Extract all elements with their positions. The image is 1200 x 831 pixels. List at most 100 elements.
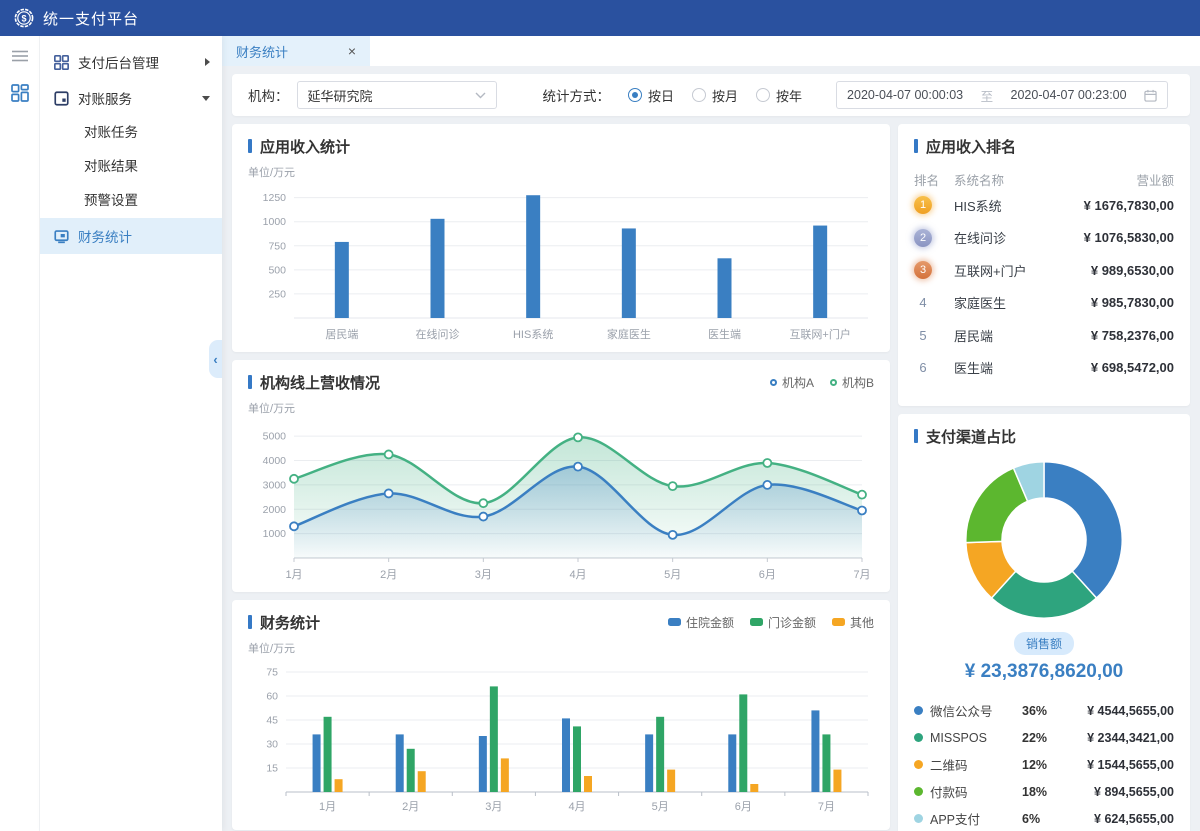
app-revenue-bar-chart[interactable]: 25050075010001250居民端在线问诊HIS系统家庭医生医生端互联网+…: [248, 182, 874, 346]
legend-label: 门诊金额: [768, 614, 816, 631]
sales-badge: 销售额: [1014, 632, 1074, 655]
revenue-amount: ¥ 989,6530,00: [1091, 263, 1174, 278]
channel-percent: 12%: [1022, 758, 1068, 772]
system-name: 互联网+门户: [954, 261, 1091, 280]
channel-amount: ¥ 894,5655,00: [1068, 785, 1174, 799]
tab-bar: 财务统计 ×: [222, 36, 1200, 66]
svg-text:5月: 5月: [664, 569, 681, 581]
caret-right-icon: [205, 58, 210, 66]
radio-icon: [628, 88, 642, 102]
rank-number: 6: [914, 360, 932, 375]
system-name: 在线问诊: [954, 228, 1084, 247]
svg-text:2000: 2000: [263, 504, 287, 516]
svg-text:居民端: 居民端: [325, 328, 358, 341]
rank-badge-silver: 2: [914, 229, 932, 247]
list-item: MISSPOS 22% ¥ 2344,3421,00: [914, 724, 1174, 751]
svg-text:3000: 3000: [263, 479, 287, 491]
radio-label: 按日: [648, 86, 674, 105]
apps-grid-icon[interactable]: [11, 84, 29, 102]
org-revenue-line-chart[interactable]: 100020003000400050001月2月3月4月5月6月7月: [248, 418, 874, 586]
revenue-amount: ¥ 698,5472,00: [1091, 360, 1174, 375]
app-title: 统一支付平台: [43, 8, 139, 29]
sidebar-item-recon-results[interactable]: 对账结果: [40, 150, 222, 184]
date-end-value: 2020-04-07 00:23:00: [1011, 88, 1127, 102]
sidebar-item-reconciliation[interactable]: 对账服务: [40, 80, 222, 116]
chevron-down-icon: [475, 92, 486, 99]
system-name: 居民端: [954, 326, 1091, 345]
sidebar-item-recon-tasks[interactable]: 对账任务: [40, 116, 222, 150]
radio-by-year[interactable]: 按年: [756, 86, 802, 105]
svg-text:1250: 1250: [263, 192, 287, 204]
card-title: 应用收入统计: [260, 136, 350, 157]
channel-name: APP支付: [930, 809, 1022, 828]
system-name: HIS系统: [954, 196, 1084, 215]
rank-number: 5: [914, 328, 932, 343]
legend-other[interactable]: 其他: [832, 614, 874, 631]
finance-grouped-bar-chart[interactable]: 15304560751月2月3月4月5月6月7月: [248, 658, 874, 818]
radio-icon: [692, 88, 706, 102]
list-item: 付款码 18% ¥ 894,5655,00: [914, 778, 1174, 805]
title-marker: [248, 615, 252, 629]
sidebar-item-label: 对账服务: [78, 88, 132, 108]
list-item: APP支付 6% ¥ 624,5655,00: [914, 805, 1174, 831]
tab-finance-stats[interactable]: 财务统计 ×: [222, 36, 370, 66]
legend-rect-icon: [668, 618, 681, 626]
legend-org-a[interactable]: 机构A: [770, 374, 814, 391]
calendar-icon[interactable]: [1144, 89, 1157, 102]
col-name: 系统名称: [954, 170, 1136, 189]
icon-rail: [0, 36, 40, 831]
system-name: 家庭医生: [954, 293, 1091, 312]
caret-down-icon: [202, 96, 210, 101]
tab-label: 财务统计: [236, 42, 288, 61]
channel-percent: 36%: [1022, 704, 1068, 718]
app-header: $ 统一支付平台: [0, 0, 1200, 36]
sidebar-item-payment-admin[interactable]: 支付后台管理: [40, 44, 222, 80]
svg-text:在线问诊: 在线问诊: [416, 327, 460, 341]
close-icon[interactable]: ×: [348, 43, 356, 59]
legend-inpatient[interactable]: 住院金额: [668, 614, 734, 631]
radio-by-month[interactable]: 按月: [692, 86, 738, 105]
legend-rect-icon: [832, 618, 845, 626]
svg-text:250: 250: [268, 288, 286, 300]
svg-text:4000: 4000: [263, 455, 287, 467]
svg-text:3月: 3月: [485, 801, 502, 813]
svg-text:4月: 4月: [568, 801, 585, 813]
table-row: 2 在线问诊 ¥ 1076,5830,00: [914, 222, 1174, 255]
radio-by-day[interactable]: 按日: [628, 86, 674, 105]
channel-legend: 微信公众号 36% ¥ 4544,5655,00 MISSPOS 22% ¥ 2…: [914, 697, 1174, 831]
svg-text:30: 30: [266, 739, 278, 751]
table-row: 4 家庭医生 ¥ 985,7830,00: [914, 287, 1174, 320]
channel-amount: ¥ 1544,5655,00: [1068, 758, 1174, 772]
sidebar-item-alert-settings[interactable]: 预警设置: [40, 184, 222, 218]
table-row: 6 医生端 ¥ 698,5472,00: [914, 352, 1174, 385]
org-label: 机构：: [248, 85, 289, 105]
svg-text:2月: 2月: [380, 569, 397, 581]
date-separator: 至: [981, 86, 994, 105]
date-range-input[interactable]: 2020-04-07 00:00:03 至 2020-04-07 00:23:0…: [836, 81, 1168, 109]
card-title: 财务统计: [260, 612, 320, 633]
svg-text:45: 45: [266, 715, 278, 727]
legend-label: 其他: [850, 614, 874, 631]
unit-label: 单位/万元: [248, 164, 874, 180]
legend-label: 住院金额: [686, 614, 734, 631]
channel-name: 微信公众号: [930, 701, 1022, 720]
hamburger-menu-icon[interactable]: [12, 50, 28, 62]
sidebar-item-finance-stats[interactable]: 财务统计: [40, 218, 222, 254]
ranking-header-row: 排名 系统名称 营业额: [914, 170, 1174, 189]
pay-channel-donut-chart[interactable]: [958, 454, 1130, 626]
filter-bar: 机构： 延华研究院 统计方式： 按日: [232, 74, 1190, 116]
sidebar-collapse-handle[interactable]: ‹: [209, 340, 222, 378]
legend-org-b[interactable]: 机构B: [830, 374, 874, 391]
card-org-revenue: 机构线上营收情况 机构A 机构B: [232, 360, 890, 592]
sidebar-item-label: 支付后台管理: [78, 52, 159, 72]
channel-name: MISSPOS: [930, 731, 1022, 745]
org-select[interactable]: 延华研究院: [297, 81, 497, 109]
channel-amount: ¥ 2344,3421,00: [1068, 731, 1174, 745]
channel-amount: ¥ 624,5655,00: [1068, 812, 1174, 826]
legend-outpatient[interactable]: 门诊金额: [750, 614, 816, 631]
card-title: 机构线上营收情况: [260, 372, 380, 393]
card-title: 支付渠道占比: [926, 426, 1016, 447]
channel-name: 二维码: [930, 755, 1022, 774]
svg-text:1000: 1000: [263, 528, 287, 540]
channel-amount: ¥ 4544,5655,00: [1068, 704, 1174, 718]
